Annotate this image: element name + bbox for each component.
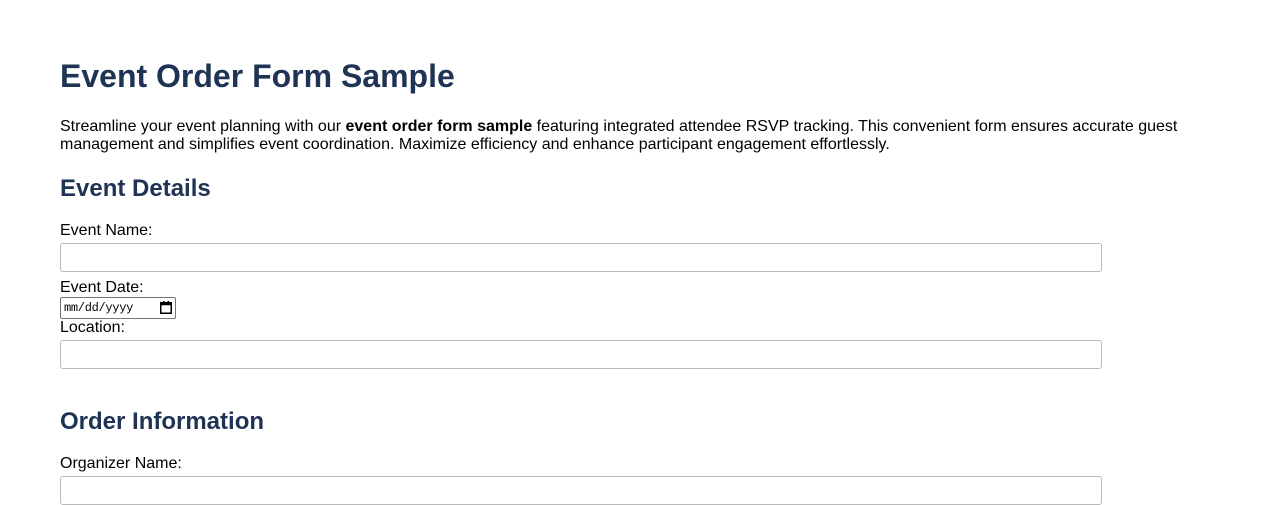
page-title: Event Order Form Sample	[60, 58, 455, 94]
intro-text-start: Streamline your event planning with our	[60, 118, 346, 135]
order-information-heading: Order Information	[60, 408, 265, 435]
event-date-label: Event Date:	[60, 279, 144, 296]
event-details-heading: Event Details	[60, 175, 211, 202]
organizer-name-label: Organizer Name:	[60, 455, 182, 472]
event-name-input[interactable]	[60, 243, 1102, 272]
location-label: Location:	[60, 319, 125, 336]
intro-text-bold: event order form sample	[345, 118, 533, 135]
event-date-placeholder: mm/dd/yyyy	[64, 301, 134, 315]
event-name-label: Event Name:	[60, 222, 153, 239]
calendar-icon[interactable]	[160, 301, 172, 314]
location-input[interactable]	[60, 340, 1102, 369]
intro-paragraph: Streamline your event planning with our …	[60, 118, 1210, 154]
event-date-input[interactable]: mm/dd/yyyy	[60, 297, 176, 319]
